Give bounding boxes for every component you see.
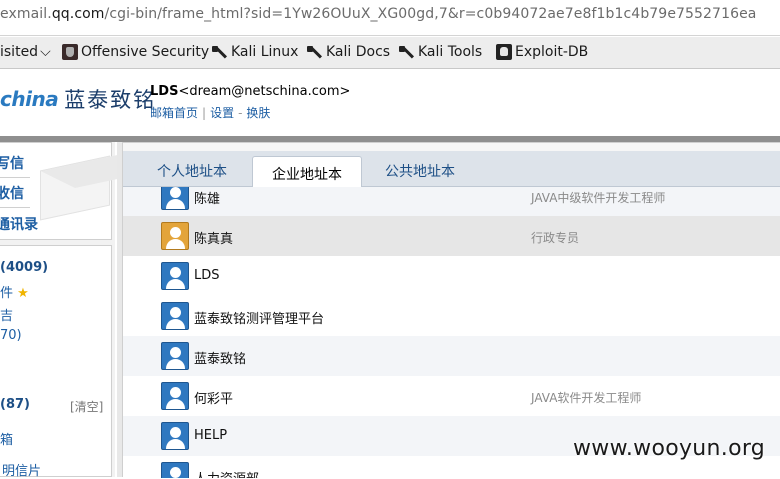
avatar-icon <box>161 382 189 410</box>
contact-title: JAVA软件开发工程师 <box>531 391 642 405</box>
contact-name[interactable]: LDS <box>194 268 220 283</box>
bookmark-label: Exploit-DB <box>515 44 589 60</box>
trash-count[interactable]: (87) <box>0 397 30 412</box>
contact-row[interactable]: 陈雄 JAVA中级软件开发工程师 <box>123 187 780 216</box>
contact-row[interactable]: 何彩平 JAVA软件开发工程师 <box>123 376 780 416</box>
compose-link[interactable]: 写信 <box>0 153 24 173</box>
sidebar-divider <box>0 207 30 208</box>
url-text[interactable]: exmail.qq.com/cgi-bin/frame_html?sid=1Yw… <box>0 6 756 22</box>
avatar-icon <box>161 422 189 450</box>
bookmark-label: Kali Docs <box>326 44 391 60</box>
folder-item-count[interactable]: 70) <box>0 328 22 343</box>
kali-dragon-icon <box>212 44 228 60</box>
kali-dragon-icon <box>307 44 323 60</box>
tab-personal-address-book[interactable]: 个人地址本 <box>157 161 227 181</box>
starred-label: 件 <box>0 286 14 301</box>
folder-list: (4009) 件 ★ 吉 70) (87) [清空] 箱 明信片 <box>0 245 112 479</box>
bookmark-exploit-db[interactable]: Exploit-DB <box>496 44 588 60</box>
folder-item[interactable]: 箱 <box>0 429 13 448</box>
change-skin-link[interactable]: 换肤 <box>246 106 270 120</box>
contact-title: 行政专员 <box>531 231 580 245</box>
star-icon: ★ <box>17 286 29 301</box>
contact-title: JAVA中级软件开发工程师 <box>531 191 666 205</box>
avatar-icon <box>161 262 189 290</box>
bookmark-label: Kali Linux <box>231 44 299 60</box>
mail-header: china 蓝泰致铭 LDS<dream@netschina.com> 邮箱首页… <box>0 70 780 136</box>
compose-box: 写信 收信 通讯录 <box>0 142 112 240</box>
logo-text-en: china <box>0 87 59 111</box>
address-book-tabs: 个人地址本 企业地址本 公共地址本 <box>123 151 780 188</box>
contact-name[interactable]: 陈雄 <box>194 188 220 207</box>
receive-link[interactable]: 收信 <box>0 183 24 203</box>
starred-folder[interactable]: 件 ★ <box>0 282 29 301</box>
exploit-db-icon <box>496 44 512 60</box>
company-logo[interactable]: china 蓝泰致铭 <box>0 84 156 114</box>
tab-public-address-book[interactable]: 公共地址本 <box>385 161 455 181</box>
url-domain: qq.com <box>51 6 105 22</box>
envelope-icon <box>40 155 110 221</box>
kali-dragon-icon <box>399 44 415 60</box>
url-prefix: exmail. <box>0 6 52 22</box>
mailbox-home-link[interactable]: 邮箱首页 <box>150 106 198 120</box>
contact-list: 陈雄 JAVA中级软件开发工程师 陈真真 行政专员 LDS 蓝泰致铭测评管理平台… <box>123 187 780 478</box>
logo-text-cn: 蓝泰致铭 <box>64 88 157 112</box>
tab-enterprise-address-book[interactable]: 企业地址本 <box>252 156 362 188</box>
folder-item[interactable]: 吉 <box>0 305 13 324</box>
bookmark-label: Kali Tools <box>418 44 483 60</box>
address-book-panel: 个人地址本 企业地址本 公共地址本 陈雄 JAVA中级软件开发工程师 陈真真 行… <box>122 142 780 478</box>
link-separator: - <box>238 106 243 120</box>
user-email: <dream@netschina.com> <box>178 84 351 99</box>
inbox-count[interactable]: (4009) <box>0 260 48 275</box>
bookmark-label: Offensive Security <box>81 44 210 60</box>
contact-name[interactable]: 蓝泰致铭测评管理平台 <box>194 308 324 327</box>
url-path: /cgi-bin/frame_html?sid=1Yw26OUuX_XG00gd… <box>104 6 757 22</box>
bookmark-kali-tools[interactable]: Kali Tools <box>399 44 482 60</box>
contact-row[interactable]: 蓝泰致铭 <box>123 336 780 376</box>
bookmarks-bar: isited ⌵ Offensive Security Kali Linux Ka… <box>0 37 780 69</box>
watermark-text: www.wooyun.org <box>573 436 766 461</box>
chevron-down-icon: ⌵ <box>40 44 51 60</box>
avatar-icon <box>161 302 189 330</box>
contact-row[interactable]: LDS <box>123 256 780 296</box>
bookmark-kali-docs[interactable]: Kali Docs <box>307 44 390 60</box>
user-info: LDS<dream@netschina.com> <box>150 84 350 99</box>
avatar-icon <box>161 187 189 210</box>
bookmark-kali-linux[interactable]: Kali Linux <box>212 44 298 60</box>
link-separator: | <box>202 106 207 120</box>
left-sidebar: 写信 收信 通讯录 (4009) 件 ★ 吉 70) (87) [清空] 箱 明… <box>0 142 115 479</box>
contact-name[interactable]: HELP <box>194 428 227 443</box>
header-links: 邮箱首页 | 设置 - 换肤 <box>150 104 270 121</box>
clear-trash-link[interactable]: [清空] <box>70 398 103 415</box>
bookmark-label: isited <box>0 44 39 60</box>
settings-link[interactable]: 设置 <box>210 106 234 120</box>
main-area: 个人地址本 企业地址本 公共地址本 陈雄 JAVA中级软件开发工程师 陈真真 行… <box>117 142 780 478</box>
sidebar-divider <box>0 177 30 178</box>
contact-name[interactable]: 何彩平 <box>194 388 233 407</box>
bookmark-offensive-security[interactable]: Offensive Security <box>62 44 209 60</box>
offsec-icon <box>62 44 78 60</box>
avatar-icon <box>161 222 189 250</box>
contact-row[interactable]: 陈真真 行政专员 <box>123 216 780 256</box>
contacts-link[interactable]: 通讯录 <box>0 214 38 234</box>
avatar-icon <box>161 462 189 478</box>
address-bar[interactable]: exmail.qq.com/cgi-bin/frame_html?sid=1Yw… <box>0 0 780 36</box>
user-name: LDS <box>150 84 179 99</box>
bookmark-most-visited[interactable]: isited ⌵ <box>0 44 51 60</box>
postcard-link[interactable]: 明信片 <box>2 460 41 479</box>
contact-name[interactable]: 蓝泰致铭 <box>194 348 246 367</box>
contact-name[interactable]: 陈真真 <box>194 228 233 247</box>
contact-row[interactable]: 蓝泰致铭测评管理平台 <box>123 296 780 336</box>
avatar-icon <box>161 342 189 370</box>
